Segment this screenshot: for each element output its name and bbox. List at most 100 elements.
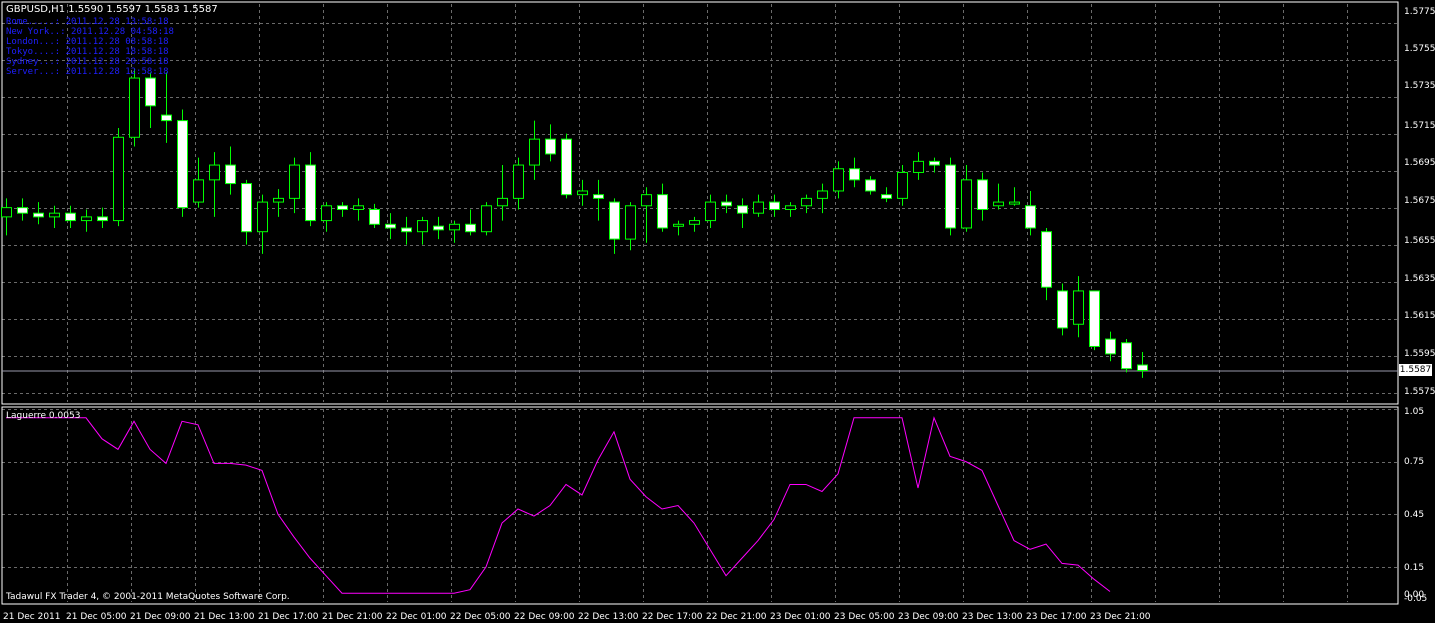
- candle-body: [49, 212, 60, 218]
- candle-body: [289, 164, 300, 199]
- candle-body: [145, 77, 156, 107]
- indicator-tick: 0.45: [1404, 510, 1425, 520]
- indicator-tick: 0.75: [1404, 457, 1425, 467]
- candle-body: [561, 138, 572, 196]
- candle-body: [81, 216, 92, 222]
- candle-body: [273, 197, 284, 203]
- candle-body: [593, 194, 604, 199]
- candle-body: [1057, 290, 1068, 329]
- candle-body: [625, 205, 636, 240]
- candle-body: [1041, 231, 1052, 288]
- symbol-info: GBPUSD,H1 1.5590 1.5597 1.5583 1.5587: [6, 4, 218, 15]
- indicator-tick: 1.05: [1404, 407, 1425, 417]
- candle-body: [177, 120, 188, 209]
- time-tick: 23 Dec 21:00: [1090, 612, 1151, 622]
- candle-body: [865, 179, 876, 192]
- candle-body: [817, 190, 828, 199]
- candle-body: [481, 205, 492, 233]
- candle-body: [97, 216, 108, 222]
- indicator-tick: 0.15: [1404, 563, 1425, 573]
- time-tick: 22 Dec 17:00: [642, 612, 703, 622]
- candle-body: [689, 220, 700, 225]
- candle-body: [913, 160, 924, 173]
- indicator-title: Laguerre 0.0053: [6, 411, 81, 421]
- candle-body: [769, 201, 780, 210]
- candle-body: [1121, 342, 1132, 370]
- candle-body: [1089, 290, 1100, 347]
- candle-body: [209, 164, 220, 181]
- clock-new-york: New York..: 2011.12.28 04:58:18: [6, 27, 174, 37]
- time-tick: 22 Dec 05:00: [450, 612, 511, 622]
- candle-body: [993, 201, 1004, 207]
- candle-body: [449, 223, 460, 231]
- candle-body: [497, 197, 508, 207]
- candle-body: [465, 223, 476, 233]
- candle-body: [641, 194, 652, 207]
- candle-body: [33, 212, 44, 218]
- candle-body: [225, 164, 236, 185]
- candle-body: [753, 201, 764, 214]
- candle-body: [945, 164, 956, 229]
- candle-body: [1009, 201, 1020, 205]
- indicator-tick: -0.05: [1404, 594, 1428, 604]
- candle-body: [929, 160, 940, 166]
- price-tick: 1.5775: [1404, 7, 1435, 17]
- candle-body: [385, 223, 396, 229]
- candle-body: [17, 207, 28, 214]
- candle-body: [417, 220, 428, 233]
- time-tick: 21 Dec 17:00: [258, 612, 319, 622]
- candle-body: [337, 205, 348, 210]
- current-price-label: 1.5587: [1399, 364, 1432, 376]
- indicator-pane-border: [1, 406, 1399, 605]
- price-tick: 1.5675: [1404, 196, 1435, 206]
- clock-tokyo: Tokyo....: 2011.12.28 18:58:18: [6, 47, 169, 57]
- candle-body: [1025, 205, 1036, 229]
- time-tick: 22 Dec 13:00: [578, 612, 639, 622]
- time-tick: 21 Dec 09:00: [130, 612, 191, 622]
- candle-body: [721, 201, 732, 207]
- candle-body: [577, 190, 588, 196]
- clock-sydney: Sydney...: 2011.12.28 20:58:18: [6, 57, 169, 67]
- time-tick: 23 Dec 17:00: [1026, 612, 1087, 622]
- time-tick: 21 Dec 13:00: [194, 612, 255, 622]
- candle-body: [801, 197, 812, 207]
- candle-body: [401, 227, 412, 233]
- candle-body: [673, 223, 684, 227]
- price-tick: 1.5595: [1404, 349, 1435, 359]
- price-tick: 1.5735: [1404, 81, 1435, 91]
- candle-body: [65, 212, 76, 222]
- candle-body: [161, 114, 172, 122]
- time-tick: 22 Dec 21:00: [706, 612, 767, 622]
- candle-body: [129, 77, 140, 138]
- candles: [1, 68, 1148, 378]
- price-tick: 1.5615: [1404, 311, 1435, 321]
- time-tick: 22 Dec 09:00: [514, 612, 575, 622]
- candle-body: [705, 201, 716, 222]
- candle-body: [897, 171, 908, 199]
- candle-body: [241, 183, 252, 233]
- candle-body: [529, 138, 540, 166]
- candle-body: [193, 179, 204, 203]
- time-tick: 23 Dec 09:00: [898, 612, 959, 622]
- candle-body: [961, 179, 972, 229]
- copyright-text: Tadawul FX Trader 4, © 2001-2011 MetaQuo…: [6, 592, 290, 602]
- candle-body: [369, 208, 380, 225]
- candle-body: [977, 179, 988, 210]
- candle-body: [1137, 364, 1148, 372]
- candle-body: [321, 205, 332, 222]
- price-tick: 1.5575: [1404, 387, 1435, 397]
- candle-body: [1105, 338, 1116, 355]
- price-tick: 1.5755: [1404, 44, 1435, 54]
- candle-body: [257, 201, 268, 233]
- chart-canvas[interactable]: [0, 0, 1435, 623]
- grid: [2, 4, 1398, 602]
- time-tick: 23 Dec 01:00: [770, 612, 831, 622]
- time-tick: 21 Dec 05:00: [66, 612, 127, 622]
- clock-rome: Rome.....: 2011.12.28 13:58:18: [6, 17, 169, 27]
- price-tick: 1.5715: [1404, 121, 1435, 131]
- price-pane-border: [1, 1, 1399, 405]
- candle-body: [513, 164, 524, 199]
- clock-server: Server...: 2011.12.28 12:58:18: [6, 67, 169, 77]
- candle-body: [1073, 290, 1084, 325]
- candle-body: [657, 194, 668, 229]
